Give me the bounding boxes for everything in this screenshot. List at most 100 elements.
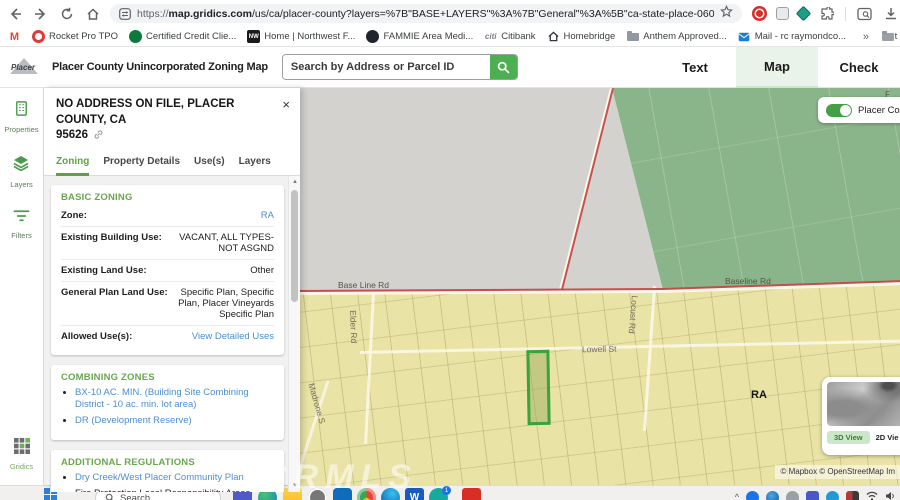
search-input[interactable]: [283, 55, 490, 79]
existing-land-use-row: Existing Land Use: Other: [61, 259, 274, 281]
gridics-logo[interactable]: Gridics: [10, 437, 33, 471]
tab-layers[interactable]: Layers: [239, 156, 271, 175]
zone-link[interactable]: RA: [261, 210, 274, 221]
selected-parcel-highlight[interactable]: [526, 350, 550, 425]
tab-uses[interactable]: Use(s): [194, 156, 225, 175]
tray-skype-icon[interactable]: [826, 491, 839, 500]
word-icon[interactable]: W: [405, 488, 424, 500]
chrome-profile-icon[interactable]: [357, 488, 376, 500]
search-button[interactable]: [490, 55, 517, 79]
map-attribution[interactable]: © Mapbox © OpenStreetMap Im: [775, 465, 900, 479]
bookmark-rocket-pro[interactable]: Rocket Pro TPO: [32, 30, 118, 43]
tray-caret-icon[interactable]: ^: [735, 492, 739, 500]
scrollbar-thumb[interactable]: [291, 190, 298, 302]
extension-teal-icon[interactable]: [796, 6, 812, 22]
address-bar[interactable]: https://map.gridics.com/us/ca/placer-cou…: [110, 4, 742, 23]
sidebar-item-filters[interactable]: Filters: [11, 209, 31, 240]
bookmark-northwest[interactable]: NWHome | Northwest F...: [247, 30, 355, 43]
bookmarks-right: »: [855, 27, 894, 46]
site-info-icon[interactable]: [119, 8, 131, 20]
additional-regulations-list: Dry Creek/West Placer Community Plan Fir…: [61, 472, 274, 492]
list-item: DR (Development Reserve): [75, 415, 274, 427]
extensions-puzzle-icon[interactable]: [818, 5, 836, 23]
bookmarks-bar: M Rocket Pro TPO Certified Credit Clie..…: [0, 27, 900, 47]
bx10-link[interactable]: BX-10 AC. MIN. (Building Site Combining …: [75, 387, 249, 410]
view-detailed-uses-link[interactable]: View Detailed Uses: [192, 331, 274, 342]
home-icon[interactable]: [84, 5, 102, 23]
speaker-icon[interactable]: [885, 488, 896, 500]
bookmark-citibank[interactable]: citiCitibank: [484, 30, 535, 43]
bluetooth-icon[interactable]: [746, 491, 759, 500]
acrobat-icon[interactable]: [462, 488, 481, 500]
other-bookmarks-folder-icon[interactable]: [881, 30, 894, 43]
map-search-box[interactable]: [282, 54, 518, 80]
tray-people-icon[interactable]: [846, 491, 859, 500]
homebridge-icon: [547, 30, 560, 43]
dr-link[interactable]: DR (Development Reserve): [75, 415, 192, 426]
parcel-title-line2-wrap: 95626: [56, 128, 268, 146]
general-plan-row: General Plan Land Use: Specific Plan, Sp…: [61, 281, 274, 325]
bookmark-certified-credit[interactable]: Certified Credit Clie...: [129, 30, 236, 43]
toolbar-divider: [845, 7, 846, 21]
panel-scrollbar[interactable]: ▲ ▼: [288, 176, 300, 492]
bookmark-gmail[interactable]: M: [8, 30, 21, 43]
panel-header: NO ADDRESS ON FILE, PLACER COUNTY, CA 95…: [44, 88, 300, 146]
sidebar-item-properties[interactable]: Properties: [4, 100, 38, 134]
parcel-title: NO ADDRESS ON FILE, PLACER COUNTY, CA 95…: [56, 97, 268, 146]
existing-building-use-row: Existing Building Use: VACANT, ALL TYPES…: [61, 226, 274, 259]
map-view-switcher-card: 3D View 2D Vie: [822, 377, 900, 455]
fammie-icon: [366, 30, 379, 43]
extensions-row: [752, 5, 900, 23]
forward-icon[interactable]: [32, 5, 50, 23]
bookmark-anthem-folder[interactable]: Anthem Approved...: [626, 30, 726, 43]
onedrive-icon[interactable]: [786, 491, 799, 500]
view-tabs: Text Map Check: [654, 47, 900, 88]
app-header: Placer Placer County Unincorporated Zoni…: [0, 47, 900, 88]
bookmark-homebridge[interactable]: Homebridge: [547, 30, 616, 43]
extension-gray-icon[interactable]: [776, 7, 789, 20]
additional-regulations-card: ADDITIONAL REGULATIONS Dry Creek/West Pl…: [51, 450, 284, 492]
parcel-title-line2: 95626: [56, 129, 88, 141]
county-layer-toggle-card: Placer Count: [818, 97, 900, 123]
sidebar-item-layers[interactable]: Layers: [10, 154, 33, 189]
satellite-thumbnail[interactable]: [827, 382, 900, 426]
outlook-icon[interactable]: [333, 488, 352, 500]
section-header: COMBINING ZONES: [61, 372, 274, 383]
wifi-icon[interactable]: [866, 488, 878, 500]
side-panel-icon[interactable]: [855, 5, 873, 23]
back-icon[interactable]: [6, 5, 24, 23]
layers-icon: [12, 154, 30, 177]
view-3d-button[interactable]: 3D View: [827, 431, 870, 444]
parcel-title-line1: NO ADDRESS ON FILE, PLACER COUNTY, CA: [56, 97, 268, 128]
extension-red-icon[interactable]: [752, 6, 767, 21]
bookmark-fammie[interactable]: FAMMIE Area Medi...: [366, 30, 473, 43]
tray-teams-icon[interactable]: [806, 491, 819, 500]
scroll-up-icon[interactable]: ▲: [289, 179, 300, 185]
folder-icon: [626, 30, 639, 43]
dell-app-icon[interactable]: [308, 488, 327, 500]
property-panel: NO ADDRESS ON FILE, PLACER COUNTY, CA 95…: [44, 88, 300, 485]
gridics-label: Gridics: [10, 462, 33, 471]
bookmarks-overflow-icon[interactable]: »: [863, 31, 869, 43]
tab-check[interactable]: Check: [818, 47, 900, 88]
tab-map[interactable]: Map: [736, 47, 818, 88]
share-link-icon[interactable]: [93, 129, 104, 146]
close-icon[interactable]: ×: [282, 100, 290, 110]
reload-icon[interactable]: [58, 5, 76, 23]
bookmark-mail[interactable]: Mail - rc raymondco...: [738, 30, 846, 43]
bookmark-star-icon[interactable]: [720, 5, 733, 23]
tab-property-details[interactable]: Property Details: [103, 156, 180, 175]
road-label-baseline-rd: Baseline Rd: [725, 276, 771, 286]
scroll-down-icon[interactable]: ▼: [289, 483, 300, 489]
tray-blue-app-icon[interactable]: [766, 491, 779, 500]
downloads-icon[interactable]: [882, 5, 900, 23]
phone-app-icon[interactable]: 1: [429, 488, 448, 500]
zoning-map[interactable]: Base Line Rd Baseline Rd Elder Rd Locust…: [300, 88, 900, 485]
edge-globe-icon[interactable]: [381, 488, 400, 500]
dry-creek-link[interactable]: Dry Creek/West Placer Community Plan: [75, 472, 244, 483]
browser-window: https://map.gridics.com/us/ca/placer-cou…: [0, 0, 900, 500]
tab-zoning[interactable]: Zoning: [56, 156, 89, 176]
layer-toggle-switch[interactable]: [826, 104, 852, 117]
view-2d-button[interactable]: 2D Vie: [876, 433, 899, 442]
tab-text[interactable]: Text: [654, 47, 736, 88]
